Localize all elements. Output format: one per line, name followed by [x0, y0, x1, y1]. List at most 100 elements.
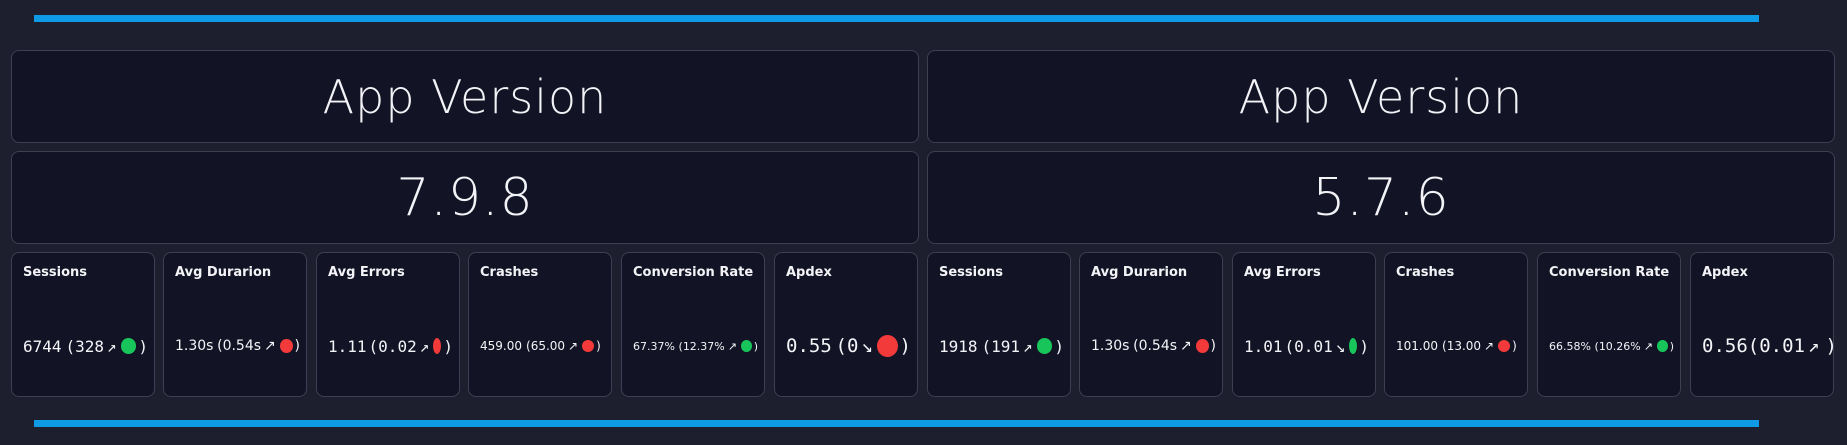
metric-tile-conversion-rate: Conversion Rate 67.37%(12.37% ↗): [621, 252, 765, 397]
open-paren: (: [368, 336, 379, 356]
close-paren: ): [1359, 336, 1369, 356]
metric-label: Avg Errors: [328, 265, 405, 280]
metric-value-line: 1.30s(0.54s ↗): [175, 331, 300, 361]
metric-tile-avg-errors: Avg Errors 1.01(0.01 ↘): [1232, 252, 1376, 397]
trend-up-arrow-icon: ↗: [1023, 336, 1033, 356]
metric-tile-crashes: Crashes 459.00(65.00 ↗): [468, 252, 612, 397]
status-good-dot-icon: [1349, 338, 1358, 354]
trend-up-arrow-icon: ↗: [568, 339, 579, 353]
trend-up-arrow-icon: ↗: [107, 336, 117, 356]
metric-value: 1.11: [328, 336, 367, 356]
metric-tile-sessions: Sessions 1918(191 ↗): [927, 252, 1071, 397]
metric-label: Crashes: [1396, 265, 1455, 280]
metric-value-line: 459.00(65.00 ↗): [480, 331, 605, 361]
metric-value-line: 1918(191 ↗): [939, 331, 1064, 361]
metric-label: Sessions: [939, 265, 1004, 280]
close-paren: ): [443, 336, 453, 356]
metric-value: 1.01: [1244, 336, 1283, 356]
metric-label: Avg Durarion: [175, 265, 272, 280]
metric-value: 459.00: [480, 339, 522, 353]
app-version-value-card-1: 7.9.8: [11, 151, 919, 244]
metric-tile-apdex: Apdex 0.56(0.01 ↗): [1690, 252, 1837, 397]
close-paren: ): [1054, 336, 1064, 356]
metric-value-line: 66.58%(10.26% ↗): [1549, 331, 1674, 361]
trend-down-arrow-icon: ↘: [861, 335, 873, 357]
app-version-number: 7.9.8: [396, 167, 534, 228]
status-good-dot-icon: [1036, 338, 1053, 354]
close-paren: ): [1512, 339, 1517, 353]
app-version-title: App Version: [1238, 69, 1524, 124]
metric-label: Conversion Rate: [1549, 265, 1670, 280]
metric-delta: 0.01: [1294, 336, 1333, 356]
metric-tile-avg-errors: Avg Errors 1.11(0.02 ↗): [316, 252, 460, 397]
metric-value-line: 67.37%(12.37% ↗): [633, 331, 758, 361]
close-paren: ): [753, 339, 758, 353]
metric-value-line: 0.55(0 ↘): [786, 331, 911, 361]
metric-value: 0.56: [1702, 335, 1748, 357]
trend-up-arrow-icon: ↗: [1807, 335, 1820, 357]
metric-value-line: 1.30s(0.54s ↗): [1091, 331, 1216, 361]
metric-delta: 0.54s: [222, 338, 262, 354]
trend-up-arrow-icon: ↗: [727, 339, 737, 353]
status-bad-dot-icon: [433, 338, 442, 354]
trend-up-arrow-icon: ↗: [1180, 338, 1192, 354]
metric-tile-avg-durarion: Avg Durarion 1.30s(0.54s ↗): [1079, 252, 1223, 397]
metric-tile-conversion-rate: Conversion Rate 66.58%(10.26% ↗): [1537, 252, 1681, 397]
metric-label: Conversion Rate: [633, 265, 754, 280]
metric-value: 66.58%: [1549, 339, 1591, 353]
open-paren: (: [835, 335, 847, 357]
metric-value-line: 6744(328 ↗): [23, 331, 148, 361]
metric-tile-crashes: Crashes 101.00(13.00 ↗): [1384, 252, 1528, 397]
metric-value: 6744: [23, 336, 62, 356]
app-version-title-card-1: App Version: [11, 50, 919, 143]
open-paren: (: [1284, 336, 1295, 356]
status-good-dot-icon: [120, 338, 137, 354]
metric-value: 1.30s: [1091, 338, 1130, 354]
metric-delta: 0.54s: [1138, 338, 1178, 354]
metric-label: Apdex: [1702, 265, 1748, 280]
status-bad-dot-icon: [582, 340, 595, 352]
open-paren: (: [981, 336, 992, 356]
metric-value-line: 101.00(13.00 ↗): [1396, 331, 1521, 361]
metric-value-line: 1.01(0.01 ↘): [1244, 331, 1369, 361]
close-paren: ): [899, 335, 911, 357]
metric-delta: 13.00: [1446, 339, 1482, 353]
status-good-dot-icon: [1656, 340, 1668, 352]
app-version-number: 5.7.6: [1312, 167, 1450, 228]
app-version-value-card-2: 5.7.6: [927, 151, 1835, 244]
status-bad-dot-icon: [1195, 339, 1209, 353]
metric-label: Avg Durarion: [1091, 265, 1188, 280]
metric-value: 101.00: [1396, 339, 1438, 353]
close-paren: ): [1669, 339, 1674, 353]
status-bad-dot-icon: [1498, 340, 1511, 352]
open-paren: (: [1747, 335, 1760, 357]
open-paren: (: [65, 336, 76, 356]
trend-up-arrow-icon: ↗: [264, 338, 276, 354]
metric-value: 1.30s: [175, 338, 214, 354]
status-bad-dot-icon: [876, 335, 898, 357]
status-bad-dot-icon: [279, 339, 293, 353]
bottom-accent-bar: [34, 420, 1759, 427]
metric-delta: 0.01: [1759, 335, 1805, 357]
close-paren: ): [294, 338, 300, 354]
metric-value: 1918: [939, 336, 978, 356]
metric-delta: 65.00: [530, 339, 566, 353]
metric-value: 67.37%: [633, 339, 675, 353]
status-good-dot-icon: [740, 340, 752, 352]
metric-label: Crashes: [480, 265, 539, 280]
metric-value: 0.55: [786, 335, 832, 357]
trend-up-arrow-icon: ↗: [1643, 339, 1653, 353]
metric-delta: 12.37%: [682, 339, 725, 353]
metric-label: Avg Errors: [1244, 265, 1321, 280]
trend-up-arrow-icon: ↗: [419, 336, 430, 356]
metric-value-line: 0.56(0.01 ↗): [1702, 331, 1837, 361]
metric-delta: 10.26%: [1598, 339, 1641, 353]
metric-tile-sessions: Sessions 6744(328 ↗): [11, 252, 155, 397]
metric-label: Sessions: [23, 265, 88, 280]
top-accent-bar: [34, 15, 1759, 22]
close-paren: ): [596, 339, 601, 353]
metric-delta: 191: [991, 336, 1020, 356]
close-paren: ): [138, 336, 148, 356]
metric-label: Apdex: [786, 265, 832, 280]
trend-down-arrow-icon: ↘: [1335, 336, 1346, 356]
